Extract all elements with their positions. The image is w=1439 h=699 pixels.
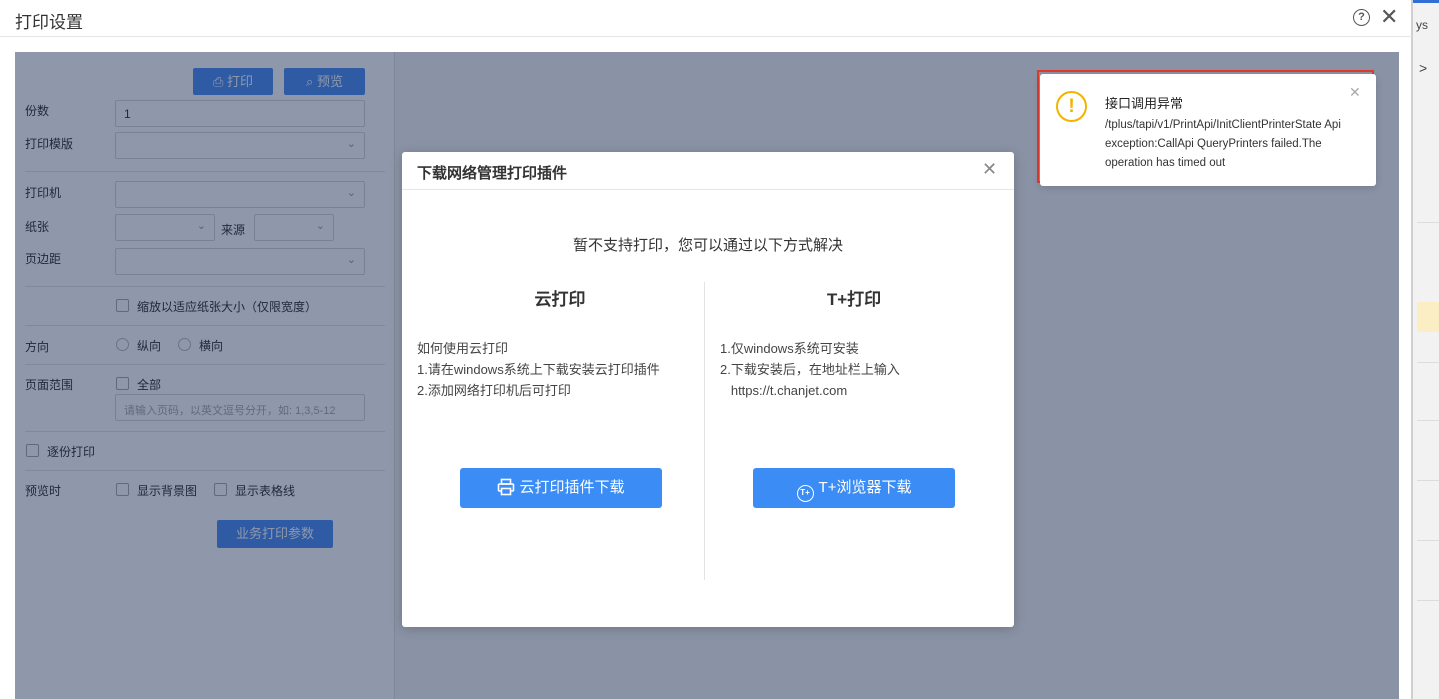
printer-icon — [498, 478, 515, 496]
window-title: 打印设置 — [15, 13, 83, 32]
background-app-accent — [1413, 0, 1439, 3]
close-icon[interactable]: ✕ — [982, 159, 997, 180]
background-app-text-fragment: ys — [1416, 18, 1428, 32]
background-app-highlight-row — [1417, 302, 1439, 332]
dialog-title: 下载网络管理打印插件 — [417, 165, 568, 182]
cloud-print-line: 2.添加网络打印机后可打印 — [417, 383, 571, 398]
cloud-print-line: 如何使用云打印 — [417, 341, 509, 356]
cloud-plugin-download-label: 云打印插件下载 — [519, 479, 625, 496]
error-notification: ! 接口调用异常 /tplus/tapi/v1/PrintApi/InitCli… — [1040, 74, 1376, 186]
notification-message: /tplus/tapi/v1/PrintApi/InitClientPrinte… — [1105, 119, 1341, 169]
cloud-plugin-download-button[interactable]: 云打印插件下载 — [460, 468, 662, 508]
help-icon[interactable]: ? — [1353, 9, 1370, 26]
tplus-print-title: T+打印 — [826, 290, 882, 309]
cloud-print-line: 1.请在windows系统上下载安装云打印插件 — [417, 362, 660, 377]
close-icon[interactable]: ✕ — [1349, 84, 1361, 101]
dialog-subtitle: 暂不支持打印，您可以通过以下方式解决 — [572, 237, 843, 254]
background-app-rule — [1417, 362, 1439, 363]
tplus-logo-icon: T+ — [796, 485, 814, 502]
background-app: ys > — [1412, 0, 1439, 699]
background-app-rule — [1417, 600, 1439, 601]
tplus-browser-download-label: T+浏览器下载 — [818, 479, 912, 496]
tplus-print-line: 2.下载安装后，在地址栏上输入 — [720, 362, 900, 377]
tplus-print-line: https://t.chanjet.com — [720, 383, 848, 398]
dialog-header: 下载网络管理打印插件 ✕ — [402, 152, 1014, 190]
window-titlebar: 打印设置 ? ✕ — [0, 0, 1412, 37]
background-app-rule — [1417, 540, 1439, 541]
download-plugin-dialog: 下载网络管理打印插件 ✕ 暂不支持打印，您可以通过以下方式解决 云打印 如何使用… — [402, 152, 1014, 627]
tplus-browser-download-button[interactable]: T+ T+浏览器下载 — [753, 468, 955, 508]
background-app-rule — [1417, 222, 1439, 223]
notification-title: 接口调用异常 — [1105, 96, 1184, 111]
cloud-print-title: 云打印 — [534, 290, 586, 309]
warning-icon: ! — [1056, 91, 1087, 122]
close-icon[interactable]: ✕ — [1380, 4, 1398, 30]
column-divider — [704, 282, 705, 580]
background-app-rule — [1417, 420, 1439, 421]
background-app-rule — [1417, 480, 1439, 481]
chevron-right-icon[interactable]: > — [1419, 60, 1427, 76]
tplus-print-line: 1.仅windows系统可安装 — [720, 341, 859, 356]
